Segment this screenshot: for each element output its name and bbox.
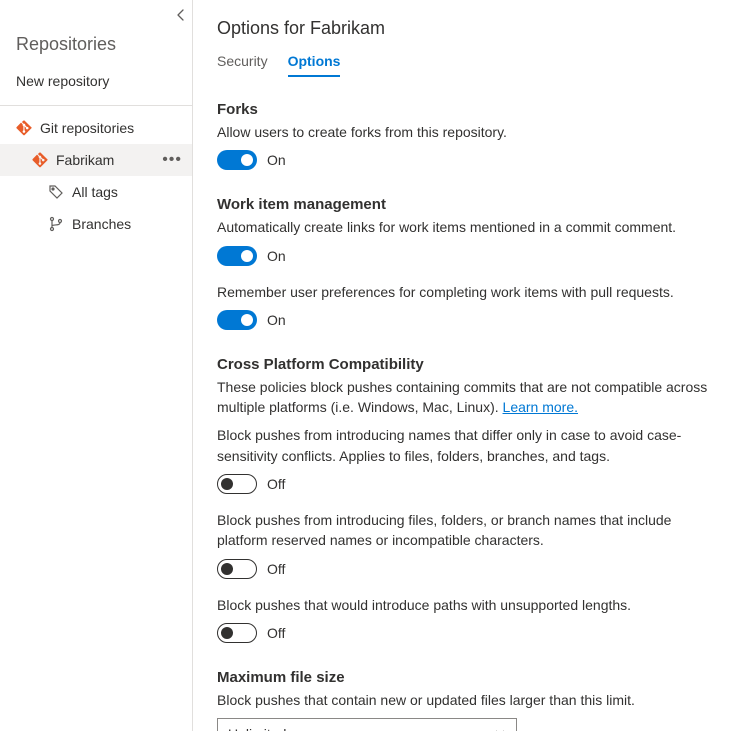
section-max-file-size: Maximum file size Block pushes that cont… [217,669,716,731]
tab-security[interactable]: Security [217,53,268,77]
tree-item-all-tags[interactable]: All tags [0,176,192,208]
git-icon [32,152,48,168]
toggle-state-label: Off [267,476,285,492]
toggle-state-label: Off [267,625,285,641]
branch-icon [48,216,64,232]
option-desc: Block pushes from introducing names that… [217,425,716,466]
section-desc: Automatically create links for work item… [217,217,716,237]
toggle-state-label: On [267,152,286,168]
tag-icon [48,184,64,200]
section-desc: Remember user preferences for completing… [217,282,716,302]
toggle-state-label: Off [267,561,285,577]
toggle-state-label: On [267,312,286,328]
learn-more-link[interactable]: Learn more. [503,399,578,415]
sidebar-title: Repositories [0,28,192,67]
collapse-sidebar-button[interactable] [176,8,186,28]
main-content: Options for Fabrikam Security Options Fo… [193,0,740,731]
section-title: Forks [217,101,716,118]
section-title: Cross Platform Compatibility [217,356,716,373]
toggle-auto-link-work-items[interactable] [217,246,257,266]
tree-item-fabrikam[interactable]: Fabrikam ••• [0,144,192,176]
section-forks: Forks Allow users to create forks from t… [217,101,716,170]
new-repository-button[interactable]: New repository [0,67,192,106]
section-desc: Allow users to create forks from this re… [217,122,716,142]
more-options-icon[interactable]: ••• [158,151,186,169]
page-title: Options for Fabrikam [217,18,716,39]
section-desc: These policies block pushes containing c… [217,377,716,418]
toggle-state-label: On [267,248,286,264]
dropdown-value: Unlimited [228,726,286,731]
section-cross-platform: Cross Platform Compatibility These polic… [217,356,716,643]
git-icon [16,120,32,136]
sidebar: Repositories New repository Git reposito… [0,0,193,731]
option-desc: Block pushes that would introduce paths … [217,595,716,615]
section-desc: Block pushes that contain new or updated… [217,690,716,710]
section-work-item-management: Work item management Automatically creat… [217,196,716,330]
toggle-allow-forks[interactable] [217,150,257,170]
tree-root-label: Git repositories [40,120,186,136]
tree-item-label: All tags [72,184,186,200]
tree-item-label: Branches [72,216,186,232]
tree-item-branches[interactable]: Branches [0,208,192,240]
chevron-down-icon [494,726,506,731]
section-title: Maximum file size [217,669,716,686]
tabs: Security Options [217,53,716,77]
toggle-remember-preferences[interactable] [217,310,257,330]
tab-options[interactable]: Options [288,53,341,77]
tree-root-git-repositories[interactable]: Git repositories [0,112,192,144]
toggle-block-long-paths[interactable] [217,623,257,643]
tree-item-label: Fabrikam [56,152,150,168]
option-desc: Block pushes from introducing files, fol… [217,510,716,551]
toggle-block-reserved-names[interactable] [217,559,257,579]
repo-tree: Git repositories Fabrikam ••• All tags B… [0,106,192,240]
section-title: Work item management [217,196,716,213]
max-file-size-dropdown[interactable]: Unlimited [217,718,517,731]
intro-text: These policies block pushes containing c… [217,379,707,415]
toggle-block-case-conflicts[interactable] [217,474,257,494]
